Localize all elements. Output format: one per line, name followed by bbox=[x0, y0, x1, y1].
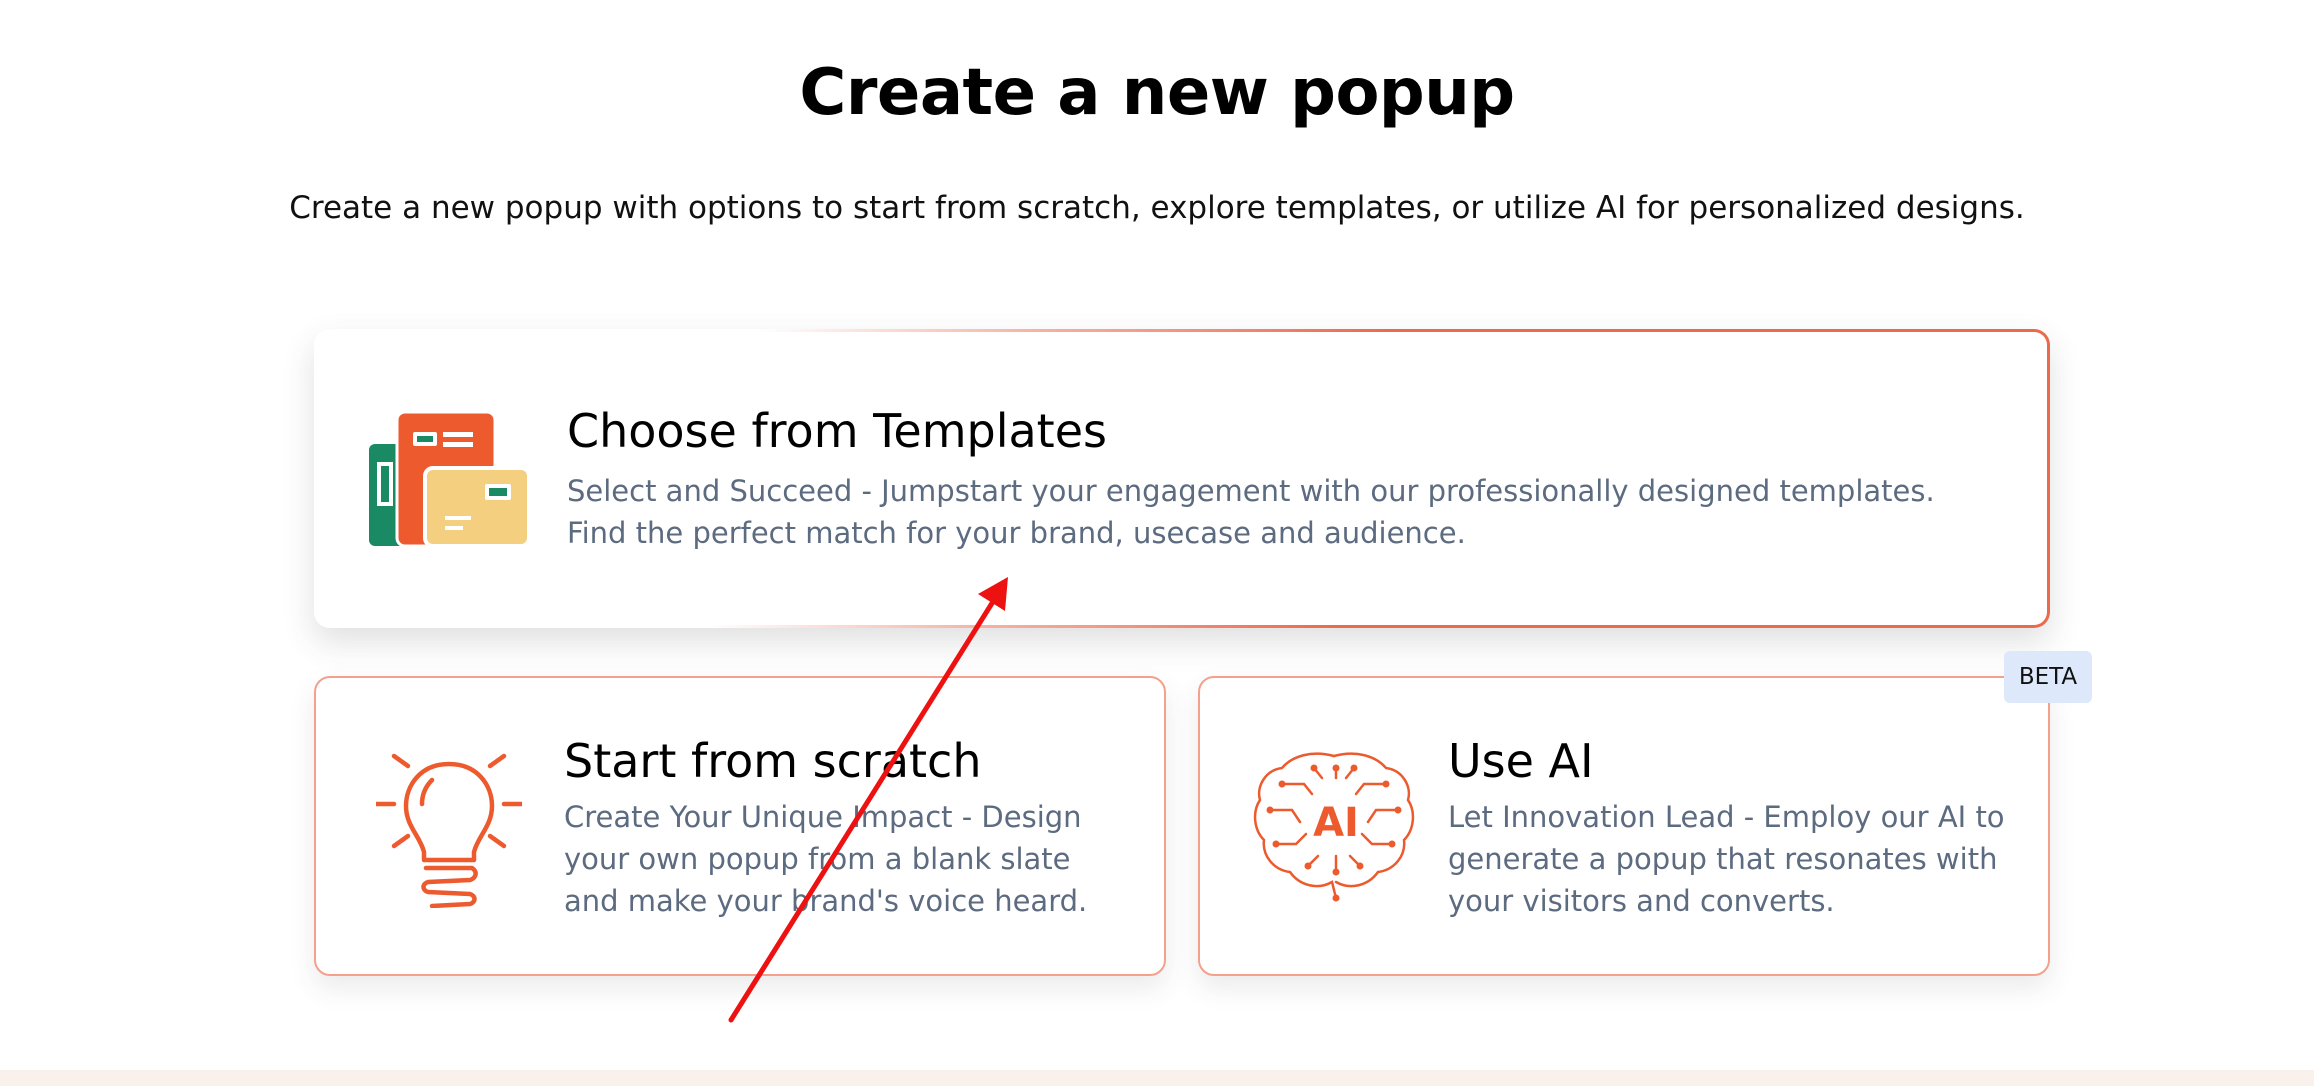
lightbulb-icon bbox=[376, 753, 522, 908]
svg-text:AI: AI bbox=[1313, 800, 1359, 846]
page-title: Create a new popup bbox=[799, 56, 1515, 130]
scratch-card-title: Start from scratch bbox=[564, 734, 982, 788]
ai-card-title: Use AI bbox=[1448, 734, 1594, 788]
page-subtitle: Create a new popup with options to start… bbox=[289, 190, 2025, 226]
scratch-card-description: Create Your Unique Impact - Design your … bbox=[564, 800, 1088, 918]
ai-card[interactable]: AI Use AI Let Innovation Lead - Employ o… bbox=[1198, 676, 2050, 976]
templates-icon bbox=[369, 412, 531, 548]
ai-card-description: Let Innovation Lead - Employ our AI to g… bbox=[1448, 800, 2005, 918]
templates-card-title: Choose from Templates bbox=[567, 404, 1107, 458]
templates-card-description: Select and Succeed - Jumpstart your enga… bbox=[567, 474, 1935, 550]
scratch-card[interactable]: Start from scratch Create Your Unique Im… bbox=[314, 676, 1166, 976]
bottom-strip bbox=[0, 1070, 2314, 1086]
ai-brain-icon: AI bbox=[1253, 752, 1415, 902]
beta-badge: BETA bbox=[2004, 651, 2092, 703]
templates-card[interactable]: Choose from Templates Select and Succeed… bbox=[314, 329, 2050, 628]
